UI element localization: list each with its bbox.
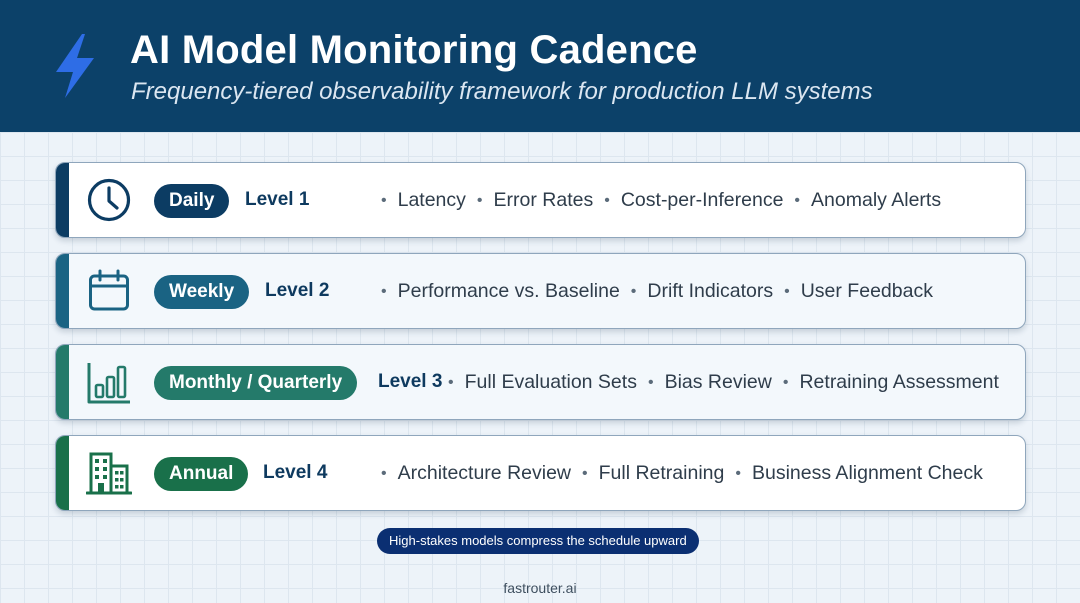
schedule-note-badge: High-stakes models compress the schedule… xyxy=(377,528,699,554)
metric-item: Performance vs. Baseline xyxy=(397,280,620,302)
bullet-dot: • xyxy=(448,373,454,391)
bullet-dot: • xyxy=(630,282,637,300)
tier-row-weekly: Weekly Level 2 • Performance vs. Baselin… xyxy=(55,253,1026,329)
tier-color-bar xyxy=(56,254,69,328)
bullet-dot: • xyxy=(476,191,483,209)
level-label: Level 3 xyxy=(378,371,443,392)
page-subtitle: Frequency-tiered observability framework… xyxy=(131,78,873,105)
metric-item: Business Alignment Check xyxy=(751,462,983,484)
office-building-icon xyxy=(86,452,132,495)
frequency-badge: Annual xyxy=(154,457,249,491)
bar-chart-icon xyxy=(87,363,130,404)
level-label: Level 2 xyxy=(265,280,330,301)
metric-item: Error Rates xyxy=(493,189,594,211)
tier-color-bar xyxy=(56,436,69,510)
metric-list: • Performance vs. Baseline • Drift Indic… xyxy=(381,280,933,303)
footer-brand: fastrouter.ai xyxy=(503,580,577,596)
bullet-dot: • xyxy=(735,464,741,482)
header-banner: AI Model Monitoring Cadence Frequency-ti… xyxy=(0,0,1080,132)
bullet-dot: • xyxy=(647,373,654,391)
bullet-dot: • xyxy=(582,464,588,482)
bullet-dot: • xyxy=(794,191,801,209)
metric-item: Anomaly Alerts xyxy=(811,189,942,211)
frequency-badge: Weekly xyxy=(154,275,250,309)
metric-list: • Latency • Error Rates • Cost-per-Infer… xyxy=(381,189,941,212)
bullet-dot: • xyxy=(381,464,387,482)
frequency-badge: Daily xyxy=(154,184,230,218)
bullet-dot: • xyxy=(381,191,387,209)
clock-icon xyxy=(87,178,131,222)
metric-item: Latency xyxy=(397,189,466,211)
level-label: Level 4 xyxy=(263,462,328,483)
frequency-badge: Monthly / Quarterly xyxy=(154,366,358,400)
page-title: AI Model Monitoring Cadence xyxy=(130,28,698,72)
tier-row-annual: Annual Level 4 • Architecture Review • F… xyxy=(55,435,1026,511)
metric-item: User Feedback xyxy=(800,280,933,302)
metric-item: Full Evaluation Sets xyxy=(464,371,637,393)
metric-item: Cost-per-Inference xyxy=(620,189,784,211)
tier-row-daily: Daily Level 1 • Latency • Error Rates • … xyxy=(55,162,1026,238)
metric-list: • Full Evaluation Sets • Bias Review • R… xyxy=(448,371,999,394)
lightning-bolt-icon xyxy=(56,34,94,98)
tier-color-bar xyxy=(56,345,69,419)
bullet-dot: • xyxy=(381,282,387,300)
metric-item: Bias Review xyxy=(664,371,772,393)
tier-color-bar xyxy=(56,163,69,237)
tier-row-monthly-quarterly: Monthly / Quarterly Level 3 • Full Evalu… xyxy=(55,344,1026,420)
metric-item: Drift Indicators xyxy=(647,280,774,302)
tier-list: Daily Level 1 • Latency • Error Rates • … xyxy=(55,162,1026,526)
level-label: Level 1 xyxy=(245,189,310,210)
metric-item: Architecture Review xyxy=(397,462,572,484)
calendar-icon xyxy=(89,269,129,311)
bullet-dot: • xyxy=(784,282,790,300)
bullet-dot: • xyxy=(782,373,789,391)
metric-list: • Architecture Review • Full Retraining … xyxy=(381,462,983,485)
bullet-dot: • xyxy=(604,191,610,209)
metric-item: Full Retraining xyxy=(598,462,725,484)
metric-item: Retraining Assessment xyxy=(799,371,999,393)
